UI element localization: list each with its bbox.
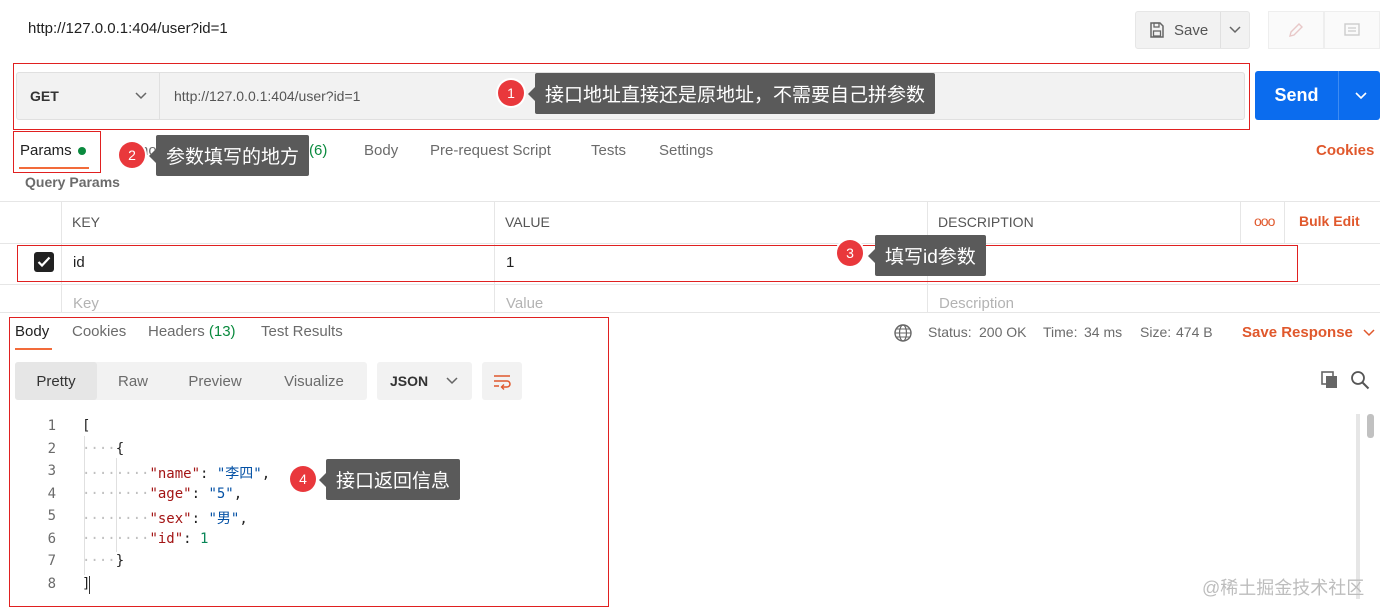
- table-border-top: [0, 201, 1380, 202]
- more-options-button[interactable]: ooo: [1254, 213, 1275, 229]
- bulk-edit-button[interactable]: Bulk Edit: [1299, 213, 1360, 229]
- pencil-icon: [1289, 23, 1303, 37]
- status-value[interactable]: 200 OK: [979, 324, 1026, 340]
- documentation-button[interactable]: [1324, 11, 1380, 49]
- search-icon[interactable]: [1350, 370, 1370, 390]
- annotation-tooltip-2: 参数填写的地方: [148, 135, 310, 176]
- send-options-button[interactable]: [1341, 71, 1380, 120]
- globe-icon[interactable]: [893, 323, 913, 343]
- annotation-badge-2: 2: [119, 142, 145, 168]
- tab-body[interactable]: Body: [364, 142, 398, 159]
- scrollbar-track[interactable]: [1356, 414, 1360, 599]
- save-response-button[interactable]: Save Response: [1242, 324, 1375, 341]
- table-border-bottom: [0, 312, 1380, 313]
- cookies-link[interactable]: Cookies: [1316, 142, 1374, 159]
- column-header-key: KEY: [72, 214, 101, 230]
- watermark: @稀土掘金技术社区: [1202, 578, 1365, 598]
- status-label: Status:: [928, 324, 972, 340]
- send-label: Send: [1255, 71, 1339, 120]
- annotation-tooltip-4: 接口返回信息: [318, 459, 461, 500]
- save-options-button[interactable]: [1221, 26, 1249, 34]
- table-border-header: [0, 243, 1380, 244]
- column-header-value: VALUE: [505, 214, 550, 230]
- annotation-box-param-row: [17, 245, 1298, 282]
- table-col-divider: [1284, 201, 1285, 243]
- send-button[interactable]: Send: [1255, 71, 1380, 120]
- request-title: http://127.0.0.1:404/user?id=1: [28, 20, 228, 37]
- query-params-title: Query Params: [25, 174, 120, 190]
- table-col-divider: [1240, 201, 1241, 243]
- chevron-down-icon: [1363, 329, 1375, 337]
- tab-tests[interactable]: Tests: [591, 142, 626, 159]
- copy-icon[interactable]: [1320, 370, 1340, 390]
- tab-headers-count: (6): [309, 142, 328, 159]
- save-icon: [1150, 22, 1164, 38]
- save-button[interactable]: Save: [1135, 11, 1250, 49]
- comment-icon: [1344, 23, 1360, 36]
- annotation-tooltip-1: 接口地址直接还是原地址，不需要自己拼参数: [527, 73, 936, 114]
- size-label: Size:: [1140, 324, 1172, 340]
- annotation-box-response: [9, 317, 609, 607]
- edit-button[interactable]: [1268, 11, 1324, 49]
- annotation-tooltip-3: 填写id参数: [868, 235, 986, 276]
- save-response-label: Save Response: [1242, 324, 1353, 341]
- new-param-value-input[interactable]: Value: [506, 295, 543, 312]
- scrollbar-thumb[interactable]: [1367, 414, 1374, 438]
- tab-settings[interactable]: Settings: [659, 142, 713, 159]
- annotation-badge-3: 3: [837, 240, 863, 266]
- new-param-key-input[interactable]: Key: [73, 295, 99, 312]
- tab-pre-request-script[interactable]: Pre-request Script: [430, 142, 551, 159]
- save-label: Save: [1174, 21, 1209, 39]
- chevron-down-icon: [1354, 91, 1367, 99]
- time-value[interactable]: 34 ms: [1084, 324, 1122, 340]
- column-header-description: DESCRIPTION: [938, 214, 1034, 230]
- new-param-description-input[interactable]: Description: [939, 295, 1014, 312]
- annotation-box-params: [13, 131, 101, 173]
- table-border-row: [0, 284, 1380, 285]
- chevron-down-icon: [1229, 26, 1241, 34]
- time-label: Time:: [1043, 324, 1078, 340]
- annotation-badge-1: 1: [498, 80, 524, 106]
- annotation-badge-4: 4: [290, 466, 316, 492]
- size-value[interactable]: 474 B: [1176, 324, 1213, 340]
- right-toolbar: [1268, 11, 1380, 49]
